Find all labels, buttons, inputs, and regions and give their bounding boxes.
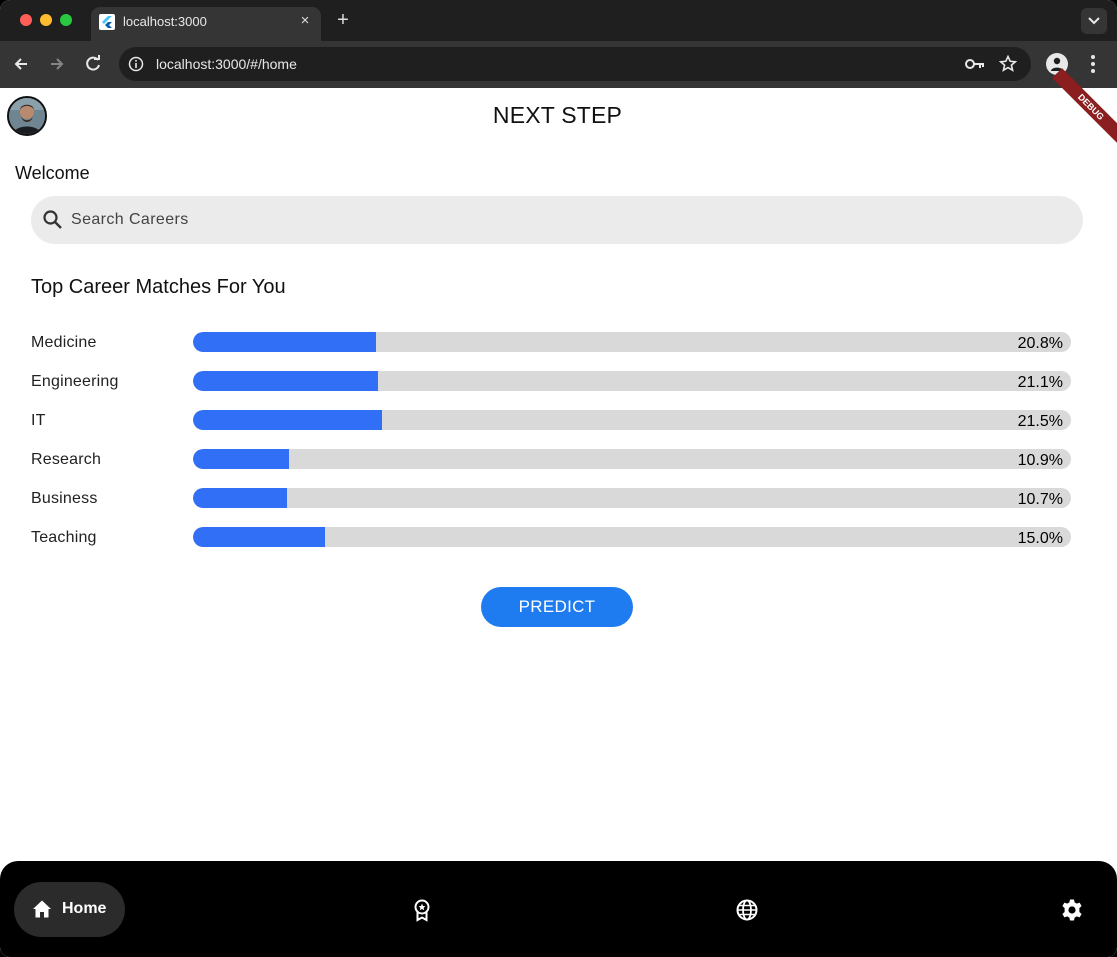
browser-toolbar: localhost:3000/#/home <box>0 41 1117 88</box>
award-icon[interactable] <box>410 898 434 922</box>
career-percent: 15.0% <box>1017 530 1063 547</box>
app-viewport: NEXT STEP DEBUG Welcome Top Career Match… <box>0 68 1117 957</box>
career-label: Teaching <box>31 529 97 546</box>
tab-close-icon[interactable]: × <box>297 13 313 29</box>
career-progress-fill <box>193 332 376 352</box>
career-progress-bar: 21.5% <box>193 410 1071 430</box>
maximize-window-button[interactable] <box>60 14 72 26</box>
search-input[interactable] <box>71 196 1061 244</box>
search-bar[interactable] <box>31 196 1083 244</box>
globe-icon[interactable] <box>735 898 759 922</box>
career-label: IT <box>31 412 46 429</box>
search-icon <box>43 210 62 229</box>
bottom-navigation: Home <box>0 861 1117 957</box>
browser-tab[interactable]: localhost:3000 × <box>91 7 321 41</box>
predict-button[interactable]: PREDICT <box>481 587 633 627</box>
career-match-list: Medicine 20.8% Engineering 21.1% IT 21.5% Rese… <box>31 332 1071 566</box>
career-percent: 10.7% <box>1017 491 1063 508</box>
tab-title: localhost:3000 <box>123 14 207 29</box>
page-title: NEXT STEP <box>492 102 623 128</box>
section-title: Top Career Matches For You <box>31 276 286 298</box>
browser-menu-icon[interactable] <box>1084 53 1102 75</box>
career-label: Medicine <box>31 334 97 351</box>
career-progress-bar: 21.1% <box>193 371 1071 391</box>
chevron-down-icon <box>1088 17 1100 25</box>
site-info-icon[interactable] <box>128 56 144 72</box>
browser-window: localhost:3000 × + localhost:3000/#/home <box>0 0 1117 957</box>
career-percent: 20.8% <box>1017 335 1063 352</box>
back-arrow-icon[interactable] <box>11 54 31 74</box>
career-progress-bar: 15.0% <box>193 527 1071 547</box>
home-icon <box>33 900 51 918</box>
bookmark-star-icon[interactable] <box>999 55 1017 73</box>
career-progress-fill <box>193 488 287 508</box>
career-label: Research <box>31 451 102 468</box>
tab-strip: localhost:3000 × + <box>0 0 1117 41</box>
career-progress-fill <box>193 410 382 430</box>
nav-home-button[interactable]: Home <box>14 882 125 937</box>
career-progress-bar: 20.8% <box>193 332 1071 352</box>
career-row: Engineering 21.1% <box>31 371 1071 410</box>
close-window-button[interactable] <box>20 14 32 26</box>
career-percent: 21.1% <box>1017 374 1063 391</box>
career-progress-bar: 10.7% <box>193 488 1071 508</box>
reload-icon[interactable] <box>83 54 103 74</box>
career-row: Research 10.9% <box>31 449 1071 488</box>
nav-home-label: Home <box>62 900 107 917</box>
career-row: Medicine 20.8% <box>31 332 1071 371</box>
address-bar[interactable]: localhost:3000/#/home <box>119 47 1031 81</box>
forward-arrow-icon[interactable] <box>47 54 67 74</box>
career-progress-bar: 10.9% <box>193 449 1071 469</box>
welcome-text: Welcome <box>15 163 90 183</box>
career-percent: 10.9% <box>1017 452 1063 469</box>
career-progress-fill <box>193 527 325 547</box>
url-text[interactable]: localhost:3000/#/home <box>156 56 297 72</box>
career-row: IT 21.5% <box>31 410 1071 449</box>
career-progress-fill <box>193 449 289 469</box>
password-key-icon[interactable] <box>965 57 985 71</box>
career-label: Engineering <box>31 373 119 390</box>
career-percent: 21.5% <box>1017 413 1063 430</box>
career-row: Business 10.7% <box>31 488 1071 527</box>
settings-icon[interactable] <box>1060 898 1084 922</box>
flutter-favicon-icon <box>99 14 115 30</box>
career-progress-fill <box>193 371 379 391</box>
new-tab-button[interactable]: + <box>333 10 353 30</box>
tab-search-button[interactable] <box>1081 8 1107 34</box>
minimize-window-button[interactable] <box>40 14 52 26</box>
career-label: Business <box>31 490 98 507</box>
career-row: Teaching 15.0% <box>31 527 1071 566</box>
